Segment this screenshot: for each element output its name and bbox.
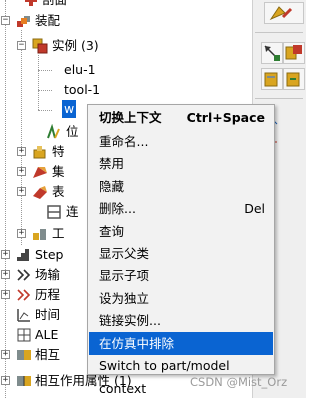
menu-item-query[interactable]: 查询 (89, 220, 273, 243)
tree-item-label: 位 (66, 124, 79, 139)
sets-icon (32, 164, 48, 180)
expand-icon[interactable]: + (17, 147, 26, 156)
features-icon (32, 144, 48, 160)
rotate-instance-button[interactable] (283, 68, 305, 90)
tree-item-history-output[interactable]: + 历程 (0, 286, 86, 304)
menu-item-label: 链接实例... (99, 313, 161, 328)
profile-icon (23, 0, 39, 8)
tree-item-interactions[interactable]: + 相互 (0, 346, 86, 364)
toolbox-button[interactable] (264, 2, 304, 24)
interactions-icon (16, 347, 32, 363)
menu-item-switch-context[interactable]: 切换上下文 Ctrl+Space (89, 106, 273, 129)
tree-item-surfaces[interactable]: + 表 (0, 183, 86, 201)
tree-item-label: 工 (52, 226, 65, 241)
menu-item-label: 在仿真中排除 (99, 336, 175, 351)
menu-item-shortcut: Ctrl+Space (186, 110, 265, 125)
translate-instance-button[interactable] (261, 68, 283, 90)
tree-item-label: 剖面 (42, 0, 67, 9)
tree-item-label: 连 (66, 204, 79, 219)
tree-item-engineering[interactable]: + 工 (0, 225, 86, 243)
tree-item-instance[interactable]: tool-1 (0, 81, 250, 99)
menu-item-label: 查询 (99, 224, 125, 239)
menu-item-exclude-from-simulation[interactable]: 在仿真中排除 (89, 332, 273, 355)
tree-item-assembly[interactable]: − 装配 (0, 12, 250, 30)
tree-item-label: Step (35, 247, 64, 262)
expand-icon[interactable]: + (1, 270, 10, 279)
toolbar-divider (255, 32, 303, 33)
menu-item-make-independent[interactable]: 设为独立 (89, 287, 273, 310)
menu-item-link-instances[interactable]: 链接实例... (89, 309, 273, 332)
watermark: CSDN @Mist_Orz (190, 375, 288, 389)
menu-item-label: 显示父类 (99, 246, 150, 261)
menu-item-shortcut: Del (244, 201, 265, 216)
tree-item-label: elu-1 (64, 62, 96, 77)
menu-item-label: 切换上下文 (99, 110, 162, 125)
menu-item-rename[interactable]: 重命名... (89, 130, 273, 153)
surfaces-icon (32, 184, 48, 200)
collapse-icon[interactable]: − (17, 41, 26, 50)
tree-item-position[interactable]: 位 (0, 123, 86, 141)
tree-item-label: ALE (35, 327, 59, 342)
tree-item-profiles[interactable]: 剖面 (0, 0, 250, 9)
menu-item-label: 显示子项 (99, 268, 150, 283)
tree-item-steps[interactable]: + Step (0, 246, 86, 264)
ale-icon (16, 327, 32, 343)
engineering-features-icon (32, 226, 48, 242)
context-menu: 切换上下文 Ctrl+Space 重命名... 禁用 隐藏 删除... Del … (87, 104, 275, 396)
instances-icon (32, 38, 48, 54)
assembly-icon (16, 13, 32, 29)
tree-item-label: 时间 (35, 307, 61, 322)
tree-item-sets[interactable]: + 集 (0, 163, 86, 181)
menu-item-label: 隐藏 (99, 179, 125, 194)
tree-item-field-output[interactable]: + 场输 (0, 266, 86, 284)
collapse-icon[interactable]: − (1, 16, 10, 25)
tree-item-label: tool-1 (64, 82, 101, 97)
steps-icon (16, 247, 32, 263)
menu-item-hide[interactable]: 隐藏 (89, 175, 273, 198)
tree-item-features[interactable]: + 特 (0, 143, 86, 161)
tree-item-ale[interactable]: ALE (0, 326, 86, 344)
tree-item-label: 实例 (3) (52, 38, 99, 53)
history-output-icon (16, 287, 32, 303)
tree-item-connectors[interactable]: 连 (0, 203, 86, 221)
expand-icon[interactable]: + (17, 167, 26, 176)
tree-item-label: 历程 (35, 287, 61, 302)
menu-item-show-parent[interactable]: 显示父类 (89, 242, 273, 265)
tree-item-instances[interactable]: − 实例 (3) (0, 37, 250, 55)
instance-tool-button[interactable] (283, 42, 305, 64)
tree-item-label: 相互 (35, 347, 61, 362)
field-output-icon (16, 267, 32, 283)
tree-item-label: 特 (52, 144, 65, 159)
time-points-icon (16, 307, 32, 323)
expand-icon[interactable]: + (1, 250, 10, 259)
menu-item-switch-part-model-context[interactable]: Switch to part/model context (89, 354, 273, 396)
menu-item-suppress[interactable]: 禁用 (89, 152, 273, 175)
expand-icon[interactable]: + (1, 350, 10, 359)
tree-item-label: 集 (52, 164, 65, 179)
toolbar-divider (255, 98, 303, 99)
menu-item-label: 重命名... (99, 134, 149, 149)
tree-item-label: 表 (52, 184, 65, 199)
menu-item-show-children[interactable]: 显示子项 (89, 264, 273, 287)
expand-icon[interactable]: + (1, 290, 10, 299)
position-constraint-icon (46, 123, 62, 140)
expand-icon[interactable]: + (17, 229, 26, 238)
expand-icon[interactable]: + (1, 376, 10, 385)
tree-item-time-points[interactable]: 时间 (0, 306, 86, 324)
interaction-properties-icon (16, 373, 32, 389)
menu-item-label: 禁用 (99, 156, 125, 171)
connector-icon (46, 204, 62, 220)
menu-item-label: 设为独立 (99, 291, 150, 306)
menu-item-delete[interactable]: 删除... Del (89, 197, 273, 220)
tree-item-instance[interactable]: elu-1 (0, 61, 250, 79)
tree-item-label: 装配 (35, 13, 61, 28)
expand-icon[interactable]: + (17, 187, 26, 196)
tree-item-label: w (62, 100, 77, 118)
menu-item-label: 删除... (99, 201, 136, 216)
create-instance-button[interactable] (261, 42, 283, 64)
tree-item-label: 场输 (35, 267, 61, 282)
